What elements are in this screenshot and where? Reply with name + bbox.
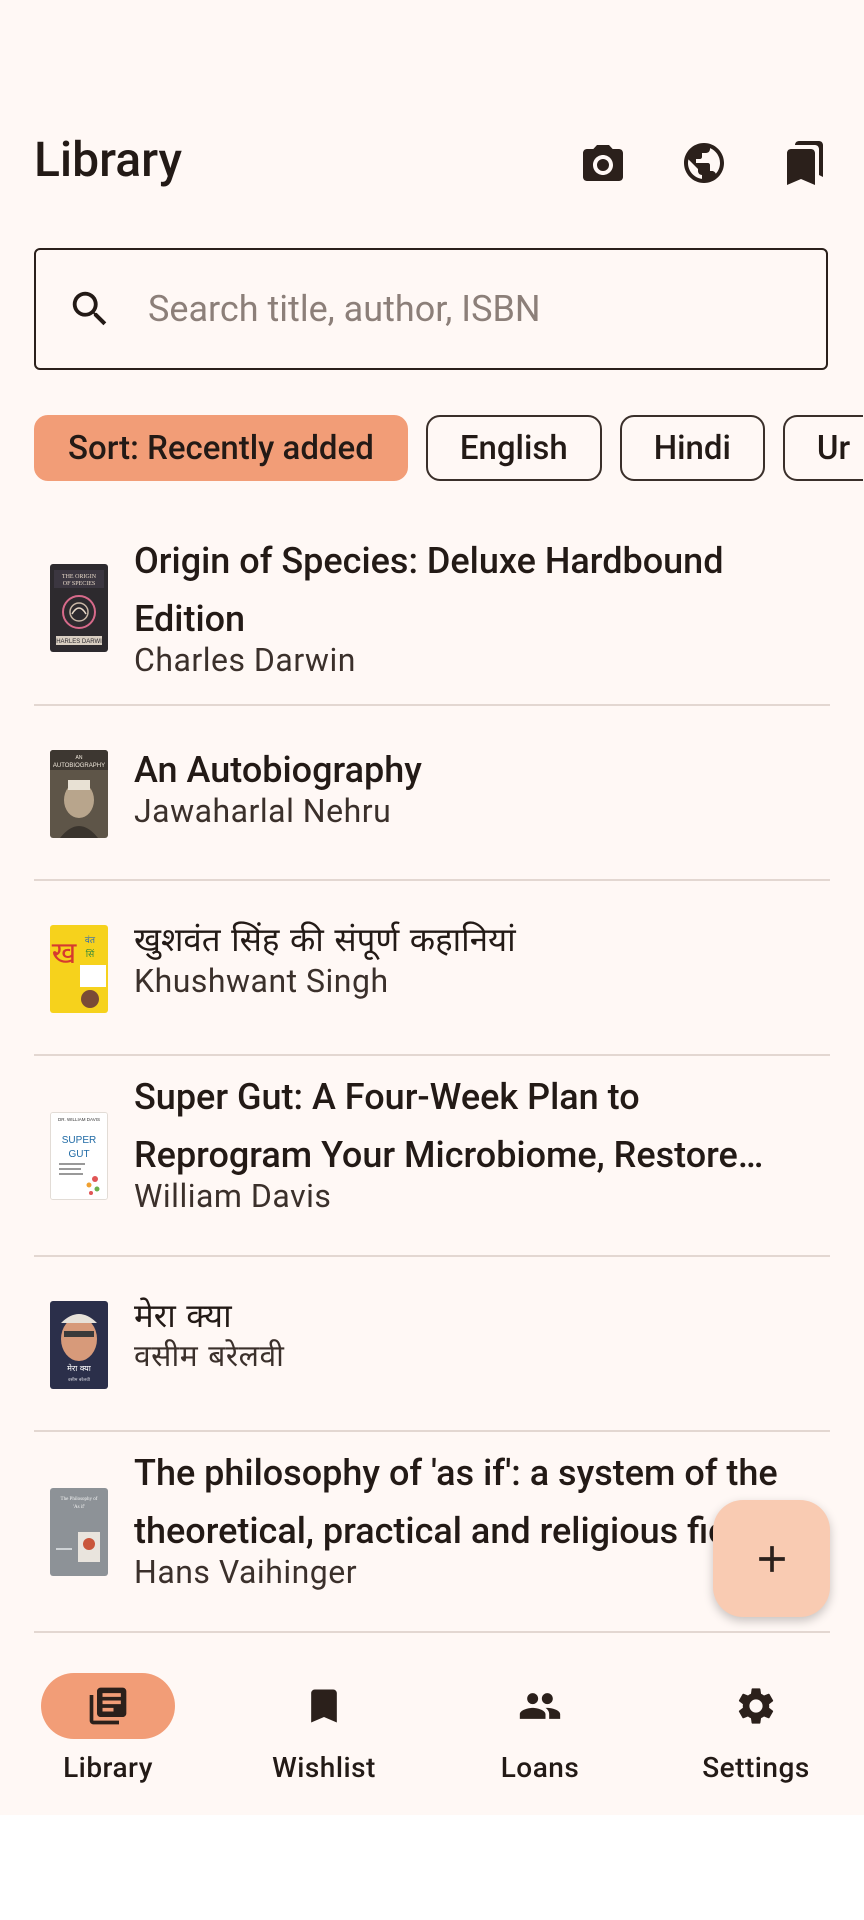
book-row[interactable]: The Philosophy of 'As if' The philosophy… bbox=[34, 1432, 830, 1633]
bottom-navigation: Library Wishlist Loans Settings bbox=[0, 1635, 864, 1815]
app-screen: Library Sort: Recently added English Hin… bbox=[0, 0, 864, 1815]
search-icon bbox=[66, 285, 114, 333]
nav-library[interactable]: Library bbox=[0, 1673, 216, 1784]
book-list: THE ORIGIN OF SPECIES CHARLES DARWIN Ori… bbox=[34, 520, 830, 1633]
chip-hindi[interactable]: Hindi bbox=[619, 415, 765, 481]
book-info: An Autobiography Jawaharlal Nehru bbox=[134, 741, 824, 831]
svg-text:सिं: सिं bbox=[86, 948, 95, 960]
system-nav-area bbox=[0, 1815, 864, 1920]
svg-text:'As if': 'As if' bbox=[73, 1505, 85, 1510]
bookmark-icon bbox=[257, 1673, 391, 1739]
people-icon bbox=[473, 1673, 607, 1739]
nav-label: Library bbox=[63, 1751, 153, 1784]
book-row[interactable]: ख वंत सिं खुशवंत सिंह की संपूर्ण कहानिया… bbox=[34, 881, 830, 1056]
chip-english[interactable]: English bbox=[425, 415, 602, 481]
svg-text:DR. WILLIAM DAVIS: DR. WILLIAM DAVIS bbox=[58, 1117, 100, 1122]
khushwant-cover: ख वंत सिं bbox=[50, 925, 108, 1013]
book-title: Super Gut: A Four-Week Plan to Reprogram… bbox=[134, 1076, 738, 1176]
nav-label: Settings bbox=[702, 1751, 810, 1784]
plus-icon bbox=[758, 1545, 785, 1572]
page-title: Library bbox=[34, 131, 183, 188]
book-info: Origin of Species: Deluxe Hardbound Edit… bbox=[134, 532, 824, 680]
nav-label: Wishlist bbox=[272, 1751, 376, 1784]
book-row[interactable]: DR. WILLIAM DAVIS SUPER GUT Super Gut: A… bbox=[34, 1056, 830, 1257]
philosophy-as-if-cover: The Philosophy of 'As if' bbox=[50, 1488, 108, 1576]
nav-label: Loans bbox=[500, 1751, 580, 1784]
svg-text:AN: AN bbox=[76, 755, 83, 761]
gear-icon bbox=[689, 1673, 823, 1739]
nav-wishlist[interactable]: Wishlist bbox=[216, 1673, 432, 1784]
svg-text:The Philosophy of: The Philosophy of bbox=[61, 1497, 98, 1502]
svg-text:SUPER: SUPER bbox=[62, 1135, 96, 1146]
top-app-bar: Library bbox=[0, 120, 864, 204]
svg-text:वंत: वंत bbox=[85, 935, 96, 946]
svg-text:मेरा क्या: मेरा क्या bbox=[67, 1363, 92, 1373]
library-icon bbox=[41, 1673, 175, 1739]
search-field[interactable] bbox=[34, 248, 828, 370]
book-info: मेरा क्या वसीम बरेलवी bbox=[134, 1287, 824, 1377]
svg-text:ख: ख bbox=[52, 936, 77, 971]
book-row[interactable]: THE ORIGIN OF SPECIES CHARLES DARWIN Ori… bbox=[34, 520, 830, 706]
book-title: Origin of Species: Deluxe Hardbound Edit… bbox=[134, 540, 724, 640]
super-gut-cover: DR. WILLIAM DAVIS SUPER GUT bbox=[50, 1112, 108, 1200]
search-input[interactable] bbox=[146, 287, 800, 331]
book-info: खुशवंत सिंह की संपूर्ण कहानियां Khushwan… bbox=[134, 911, 824, 1001]
filter-chips: Sort: Recently added English Hindi Ur bbox=[34, 415, 863, 481]
bookmarks-icon[interactable] bbox=[778, 136, 832, 190]
sort-chip[interactable]: Sort: Recently added bbox=[34, 415, 408, 481]
nav-loans[interactable]: Loans bbox=[432, 1673, 648, 1784]
book-author: वसीम बरेलवी bbox=[134, 1339, 285, 1374]
add-book-button[interactable] bbox=[713, 1500, 830, 1617]
svg-text:GUT: GUT bbox=[68, 1149, 89, 1160]
book-row[interactable]: मेरा क्या वसीम बरेलवी मेरा क्या वसीम बरे… bbox=[34, 1257, 830, 1432]
mera-kya-cover: मेरा क्या वसीम बरेलवी bbox=[50, 1301, 108, 1389]
autobiography-cover: AN AUTOBIOGRAPHY bbox=[50, 750, 108, 838]
nav-settings[interactable]: Settings bbox=[648, 1673, 864, 1784]
book-author: Jawaharlal Nehru bbox=[134, 792, 392, 830]
camera-icon[interactable] bbox=[576, 136, 630, 190]
book-row[interactable]: AN AUTOBIOGRAPHY An Autobiography Jawaha… bbox=[34, 706, 830, 881]
svg-text:वसीम बरेलवी: वसीम बरेलवी bbox=[68, 1376, 91, 1383]
svg-text:AUTOBIOGRAPHY: AUTOBIOGRAPHY bbox=[53, 763, 105, 769]
globe-icon[interactable] bbox=[677, 136, 731, 190]
book-author: Charles Darwin bbox=[134, 641, 356, 679]
origin-of-species-cover: THE ORIGIN OF SPECIES CHARLES DARWIN bbox=[50, 564, 108, 652]
svg-text:CHARLES DARWIN: CHARLES DARWIN bbox=[52, 639, 106, 645]
chip-urdu[interactable]: Ur bbox=[782, 415, 863, 481]
svg-text:THE ORIGIN: THE ORIGIN bbox=[62, 574, 97, 580]
svg-text:OF SPECIES: OF SPECIES bbox=[63, 581, 96, 587]
book-info: Super Gut: A Four-Week Plan to Reprogram… bbox=[134, 1068, 824, 1216]
